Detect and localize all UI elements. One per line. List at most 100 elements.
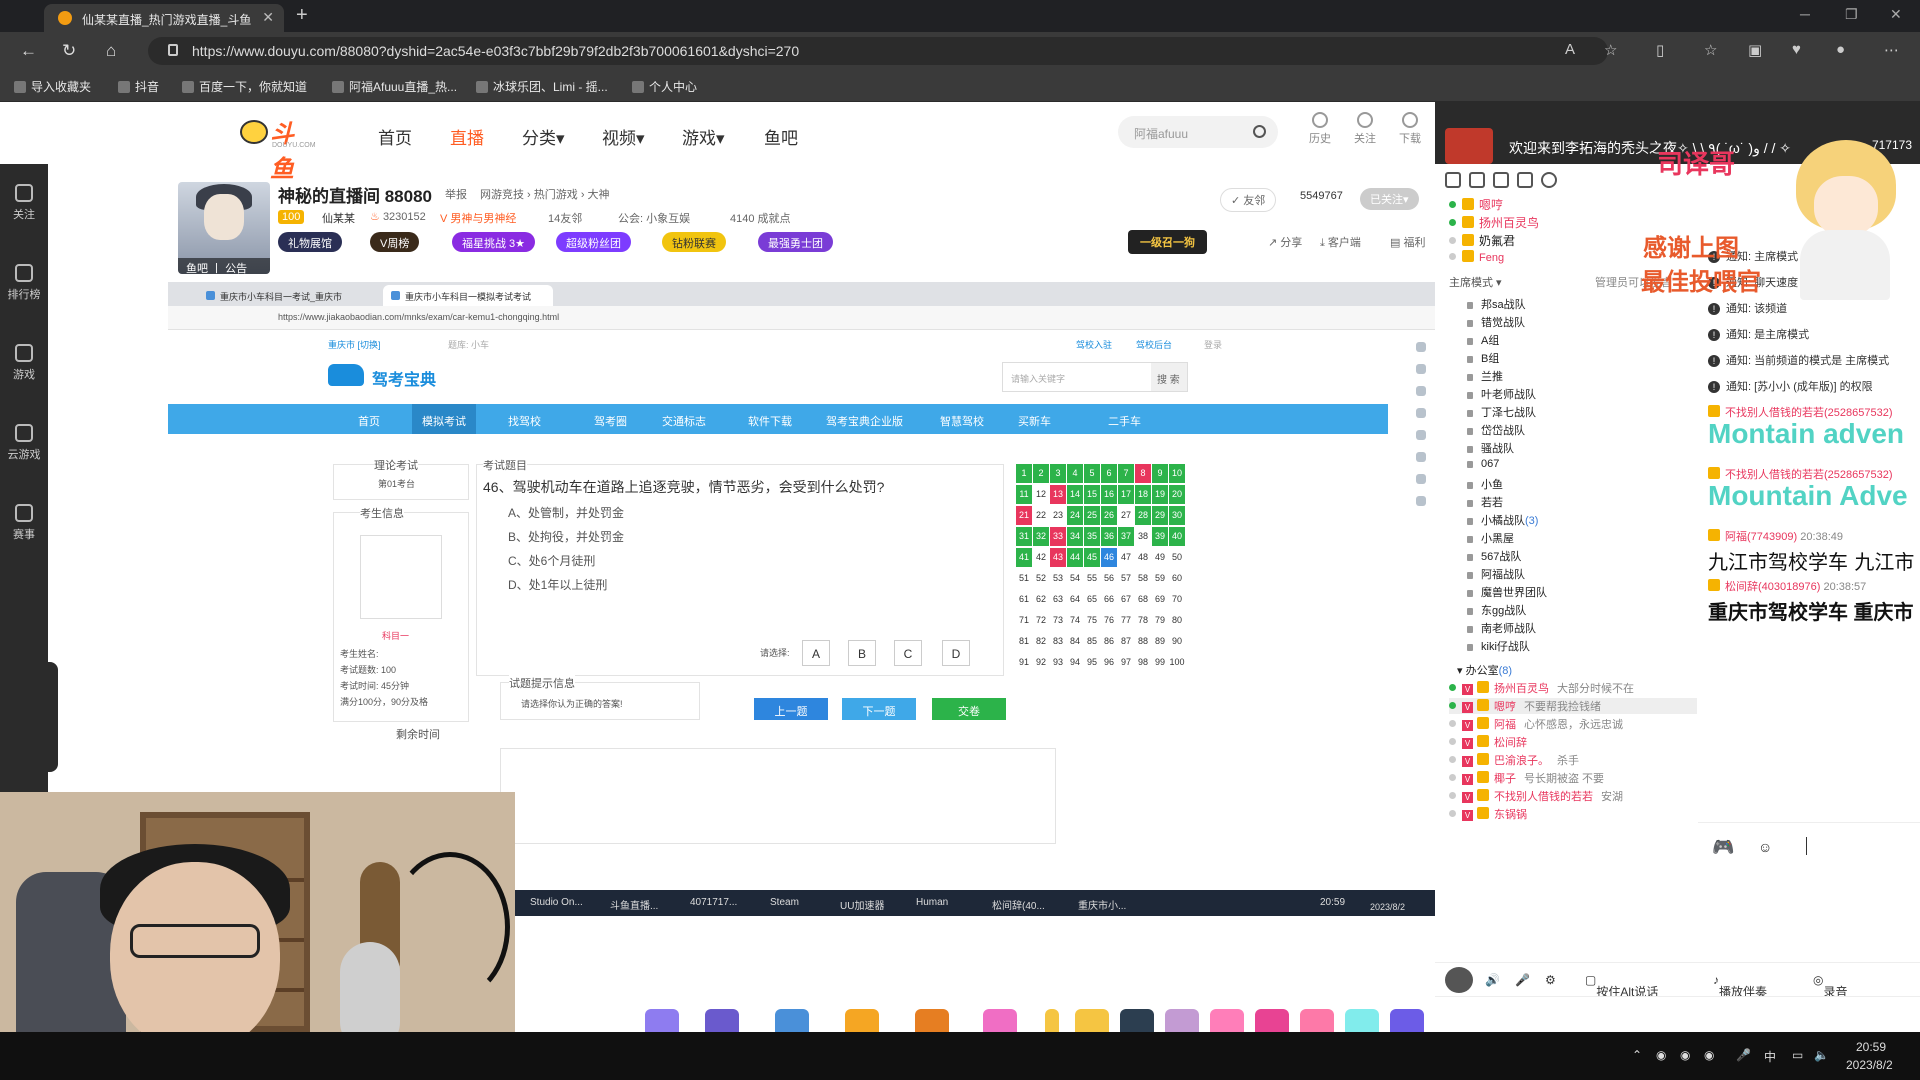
bookmark-item[interactable]: 百度一下，你就知道 [182, 78, 307, 95]
close-icon[interactable]: ✕ [262, 9, 274, 26]
favorites-icon[interactable]: ☆ [1704, 41, 1717, 59]
browser-tab[interactable]: 仙某某直播_热门游戏直播_斗鱼 ✕ [44, 4, 284, 32]
tray-arrow-icon[interactable]: ⌃ [1632, 1048, 1642, 1062]
group-item[interactable]: 丁泽七战队 [1467, 404, 1536, 420]
member-item[interactable]: 扬州百灵鸟 [1449, 214, 1539, 231]
office-member-item[interactable]: V 嗯哼 不要帮我捡钱绪 [1449, 698, 1697, 714]
collections-icon[interactable]: ▣ [1748, 41, 1762, 59]
close-window-icon[interactable]: ✕ [1890, 6, 1902, 23]
group-item[interactable]: 魔兽世界团队 [1467, 584, 1547, 600]
group-item[interactable]: 若若 [1467, 494, 1503, 510]
group-item[interactable]: kiki仔战队 [1467, 638, 1530, 654]
share-button[interactable]: ↗ 分享 [1268, 234, 1302, 250]
group-item[interactable]: 叶老师战队 [1467, 386, 1536, 402]
member-item[interactable]: 奶氟君 [1449, 232, 1515, 249]
welfare-button[interactable]: ▤ 福利 [1390, 234, 1425, 250]
member-item[interactable]: 嗯哼 [1449, 196, 1503, 213]
network-icon[interactable]: ▭ [1792, 1048, 1803, 1062]
fan-group-pill[interactable]: 超级粉丝团 [556, 232, 631, 252]
music-button[interactable]: ♪ 播放伴奏 [1713, 973, 1767, 999]
warrior-group-pill[interactable]: 最强勇士团 [758, 232, 833, 252]
url-input[interactable]: https://www.douyu.com/88080?dyshid=2ac54… [148, 37, 1608, 65]
group-item[interactable]: 岱岱战队 [1467, 422, 1525, 438]
bookmark-item[interactable]: 阿福Afuuu直播_热... [332, 78, 457, 95]
tray-icon[interactable]: ◉ [1656, 1048, 1666, 1062]
office-member-item[interactable]: V 松间辞 [1449, 734, 1535, 750]
speaker-icon[interactable]: 🔊 [1485, 973, 1500, 987]
profile-icon[interactable]: ● [1836, 41, 1845, 58]
nav-home[interactable]: 首页 [378, 124, 412, 149]
group-item[interactable]: 小鱼 [1467, 476, 1503, 492]
minimize-icon[interactable]: ─ [1800, 6, 1810, 22]
group-item[interactable]: 南老师战队 [1467, 620, 1536, 636]
nav-category[interactable]: 分类▾ [522, 124, 565, 149]
user-icon[interactable] [1445, 172, 1461, 188]
office-group[interactable]: ▾ 办公室(8) [1457, 662, 1512, 678]
sidebar-item-game[interactable]: 游戏 [0, 344, 48, 382]
streamer-avatar[interactable]: 鱼吧 丨 公告 [178, 182, 270, 274]
back-icon[interactable]: ← [20, 41, 37, 61]
achievement-points[interactable]: 4140 成就点 [730, 210, 791, 226]
diamond-league-pill[interactable]: 钻粉联赛 [662, 232, 726, 252]
bookmark-item[interactable]: 个人中心 [632, 78, 697, 95]
nav-live[interactable]: 直播 [450, 124, 484, 149]
user-avatar[interactable] [1445, 967, 1473, 993]
tray-icon[interactable]: ◉ [1704, 1048, 1714, 1062]
group-item[interactable]: 567战队 [1467, 548, 1521, 564]
group-item[interactable]: 067 [1467, 458, 1499, 470]
location-icon[interactable] [1493, 172, 1509, 188]
streamer-name[interactable]: 仙某某 [322, 210, 355, 226]
clock[interactable]: 20:59 [1856, 1040, 1886, 1054]
neighbors[interactable]: 14友邻 [548, 210, 582, 226]
office-member-item[interactable]: V 椰子 号长期被盗 不要 [1449, 770, 1604, 786]
volume-icon[interactable]: 🔈 [1814, 1048, 1829, 1062]
office-member-item[interactable]: V 阿福 心怀感恩，永远忠诚 [1449, 716, 1623, 732]
extension-icon[interactable]: ♥ [1792, 41, 1801, 58]
group-item[interactable]: 阿福战队 [1467, 566, 1525, 582]
date[interactable]: 2023/8/2 [1846, 1058, 1893, 1072]
group-item[interactable]: B组 [1467, 350, 1499, 366]
guild-info[interactable]: 公会: 小象互娱 [618, 210, 690, 226]
history-button[interactable]: 历史 [1303, 112, 1337, 146]
bookmark-item[interactable]: 冰球乐团、Limi - 摇... [476, 78, 608, 95]
ime-indicator[interactable]: 中 [1764, 1048, 1776, 1065]
room-category[interactable]: 网游竞技 › 热门游戏 › 大神 [480, 186, 610, 202]
mode-select[interactable]: 主席模式 ▾ [1449, 274, 1502, 290]
douyu-logo[interactable]: 斗鱼 DOUYU.COM [240, 116, 316, 183]
mic-tray-icon[interactable]: 🎤 [1736, 1048, 1751, 1062]
group-item[interactable]: 小黑屋 [1467, 530, 1514, 546]
search-icon[interactable] [1541, 172, 1557, 188]
nav-fishbar[interactable]: 鱼吧 [764, 124, 798, 149]
search-icon[interactable] [1253, 125, 1266, 138]
ptt-button[interactable]: ▢ 按住Alt说话 [1585, 973, 1658, 999]
group-item[interactable]: 骚战队 [1467, 440, 1514, 456]
followed-button[interactable]: 已关注▾ [1360, 188, 1419, 210]
sidebar-item-follow[interactable]: 关注 [0, 184, 48, 222]
mic-icon[interactable]: 🎤 [1515, 973, 1530, 987]
client-button[interactable]: ⤓ 客户端 [1320, 234, 1361, 250]
weekly-rank-pill[interactable]: V周榜 [370, 232, 420, 252]
bookmark-item[interactable]: 导入收藏夹 [14, 78, 91, 95]
sidebar-item-match[interactable]: 赛事 [0, 504, 48, 542]
group-item[interactable]: 错觉战队 [1467, 314, 1525, 330]
member-item[interactable]: Feng [1449, 250, 1504, 264]
search-input[interactable]: 阿福afuuu [1118, 116, 1278, 148]
gift-gallery-pill[interactable]: 礼物展馆 [278, 232, 342, 252]
sidebar-item-cloud-game[interactable]: 云游戏 [0, 424, 48, 462]
new-tab-icon[interactable]: + [296, 4, 308, 27]
group-item[interactable]: A组 [1467, 332, 1499, 348]
report-link[interactable]: 举报 [445, 186, 467, 202]
group-item[interactable]: 兰推 [1467, 368, 1503, 384]
office-member-item[interactable]: V 巴渝浪子。 杀手 [1449, 752, 1579, 768]
emoji-icon[interactable]: ☺ [1758, 839, 1772, 855]
gamepad-icon[interactable]: 🎮 [1712, 837, 1734, 858]
favorite-star-icon[interactable]: ☆ [1604, 41, 1617, 59]
read-aloud-icon[interactable]: A [1565, 41, 1575, 58]
rank-badge[interactable]: 一级召一狗 [1128, 230, 1207, 254]
office-member-item[interactable]: V 扬州百灵鸟 大部分时候不在 [1449, 680, 1634, 696]
neighbor-button[interactable]: ✓ 友邻 [1220, 188, 1277, 212]
office-member-item[interactable]: V 东锅锅 [1449, 806, 1535, 822]
group-item[interactable]: 邦sa战队 [1467, 296, 1526, 312]
mixer-icon[interactable]: ⚙ [1545, 973, 1556, 987]
restore-icon[interactable]: ❐ [1845, 6, 1858, 23]
